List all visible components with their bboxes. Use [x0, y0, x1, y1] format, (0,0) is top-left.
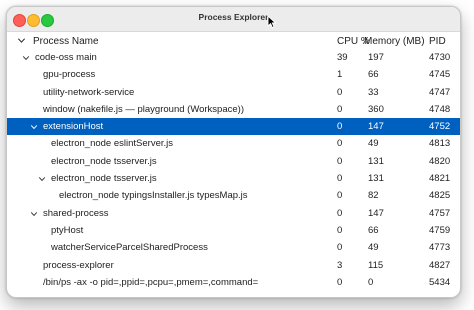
process-row[interactable]: ptyHost 0 66 4759 [7, 222, 460, 239]
process-name: /bin/ps -ax -o pid=,ppid=,pcpu=,pmem=,co… [43, 276, 259, 288]
process-row[interactable]: electron_node eslintServer.js 0 49 4813 [7, 135, 460, 152]
process-name: gpu-process [43, 69, 96, 81]
process-memory: 49 [368, 242, 379, 254]
process-row[interactable]: electron_node tsserver.js 0 131 4820 [7, 153, 460, 170]
process-name: watcherServiceParcelSharedProcess [51, 242, 208, 254]
column-header-row: Process Name CPU % Memory (MB) PID [7, 32, 460, 49]
process-name: electron_node tsserver.js [51, 155, 157, 167]
mouse-pointer-icon [267, 15, 277, 29]
process-cpu: 0 [337, 224, 343, 236]
process-pid: 4730 [429, 52, 451, 63]
process-memory: 49 [368, 138, 379, 150]
process-pid: 4752 [429, 121, 451, 133]
process-memory: 360 [368, 103, 384, 115]
process-explorer-window: Process Explorer Process Name CPU % Memo… [6, 6, 461, 298]
process-memory: 147 [368, 121, 384, 133]
process-memory: 197 [368, 52, 384, 63]
title-bar: Process Explorer [7, 7, 460, 32]
process-memory: 82 [368, 190, 379, 202]
process-cpu: 0 [337, 103, 343, 115]
process-row[interactable]: shared-process 0 147 4757 [7, 205, 460, 222]
process-name: extensionHost [43, 121, 104, 133]
process-pid: 4773 [429, 242, 451, 254]
chevron-down-icon[interactable] [38, 175, 46, 183]
process-row[interactable]: window (nakefile.js — playground (Worksp… [7, 101, 460, 118]
process-row[interactable]: code-oss main 39 197 4730 [7, 49, 460, 66]
process-name: window (nakefile.js — playground (Worksp… [43, 103, 244, 115]
process-cpu: 0 [337, 207, 343, 219]
process-pid: 4820 [429, 155, 451, 167]
process-pid: 5434 [429, 276, 451, 288]
window-title: Process Explorer [198, 12, 269, 22]
process-tree: code-oss main 39 197 4730 gpu-process 1 66 4745… [7, 49, 460, 291]
process-name: ptyHost [51, 224, 84, 236]
process-memory: 0 [368, 276, 374, 288]
process-pid: 4759 [429, 224, 451, 236]
process-pid: 4827 [429, 259, 451, 271]
process-pid: 4813 [429, 138, 451, 150]
process-row[interactable]: /bin/ps -ax -o pid=,ppid=,pcpu=,pmem=,co… [7, 274, 460, 291]
process-memory: 66 [368, 224, 379, 236]
column-header-process-name[interactable]: Process Name [33, 36, 99, 47]
process-memory: 33 [368, 86, 379, 98]
process-row[interactable]: electron_node typingsInstaller.js typesM… [7, 187, 460, 204]
process-name: electron_node eslintServer.js [51, 138, 173, 150]
process-name: utility-network-service [43, 86, 135, 98]
process-memory: 66 [368, 69, 379, 81]
process-cpu: 0 [337, 276, 343, 288]
column-header-memory[interactable]: Memory (MB) [364, 36, 425, 47]
process-row[interactable]: extensionHost 0 147 4752 [7, 118, 460, 136]
process-pid: 4821 [429, 173, 451, 185]
process-name: process-explorer [43, 259, 114, 271]
process-row[interactable]: electron_node tsserver.js 0 131 4821 [7, 170, 460, 187]
process-cpu: 1 [337, 69, 343, 81]
process-cpu: 3 [337, 259, 343, 271]
process-row[interactable]: gpu-process 1 66 4745 [7, 66, 460, 83]
process-pid: 4825 [429, 190, 451, 202]
process-pid: 4748 [429, 103, 451, 115]
chevron-down-icon[interactable] [30, 123, 38, 131]
process-memory: 147 [368, 207, 384, 219]
process-cpu: 0 [337, 121, 343, 133]
process-row[interactable]: utility-network-service 0 33 4747 [7, 84, 460, 101]
chevron-down-icon[interactable] [30, 210, 38, 218]
process-cpu: 0 [337, 155, 343, 167]
process-memory: 115 [368, 259, 384, 271]
process-cpu: 0 [337, 190, 343, 202]
process-name: shared-process [43, 207, 109, 219]
process-name: code-oss main [35, 52, 97, 63]
process-pid: 4745 [429, 69, 451, 81]
process-row[interactable]: process-explorer 3 115 4827 [7, 257, 460, 274]
chevron-down-icon[interactable] [22, 54, 30, 62]
process-memory: 131 [368, 173, 384, 185]
process-memory: 131 [368, 155, 384, 167]
process-cpu: 0 [337, 138, 343, 150]
process-name: electron_node typingsInstaller.js typesM… [59, 190, 248, 202]
process-pid: 4757 [429, 207, 451, 219]
process-cpu: 0 [337, 242, 343, 254]
chevron-down-icon[interactable] [17, 36, 26, 45]
column-header-pid[interactable]: PID [429, 36, 446, 47]
process-name: electron_node tsserver.js [51, 173, 157, 185]
process-row[interactable]: watcherServiceParcelSharedProcess 0 49 4773 [7, 239, 460, 256]
process-cpu: 0 [337, 86, 343, 98]
process-cpu: 39 [337, 52, 348, 63]
process-pid: 4747 [429, 86, 451, 98]
process-cpu: 0 [337, 173, 343, 185]
